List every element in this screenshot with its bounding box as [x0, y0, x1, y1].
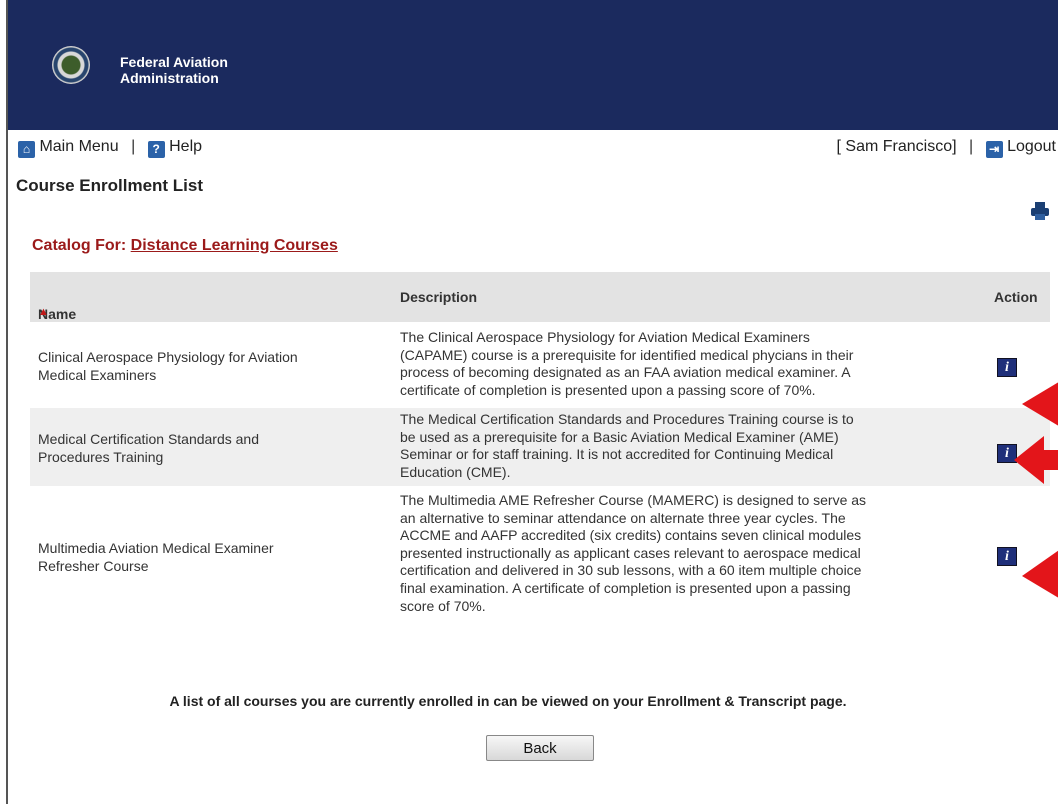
info-icon[interactable]: i — [997, 358, 1017, 377]
nav-separator: | — [131, 138, 136, 155]
course-name-line: Clinical Aerospace Physiology for Aviati… — [38, 349, 298, 365]
help-label: Help — [169, 138, 203, 155]
course-description: The Multimedia AME Refresher Course (MAM… — [400, 492, 975, 615]
table-row: Medical Certification Standards and Proc… — [30, 407, 1050, 486]
nav-separator: | — [969, 138, 974, 155]
description-line: certification and delivered in 30 sub le… — [400, 562, 862, 579]
course-name-line: Refresher Course — [38, 558, 149, 574]
course-table: Name ▲ Description Action Clinical Aeros… — [30, 272, 1050, 621]
description-line: (CAPAME) course is a prerequisite for id… — [400, 346, 854, 363]
header-banner: Federal Aviation Administration — [8, 0, 1058, 130]
description-line: The Clinical Aerospace Physiology for Av… — [400, 329, 810, 345]
description-line: be used as a prerequisite for a Basic Av… — [400, 428, 839, 445]
action-column-header: Action — [994, 289, 1038, 305]
course-name-line: Multimedia Aviation Medical Examiner — [38, 540, 274, 556]
top-nav: ⌂ Main Menu | ? Help [ Sam Francisco] | … — [8, 138, 1058, 162]
course-name-line: Procedures Training — [38, 449, 164, 465]
agency-name-line2: Administration — [120, 70, 219, 86]
callout-arrow-icon — [1022, 382, 1058, 426]
logout-label: Logout — [1007, 138, 1056, 155]
enrollment-note: A list of all courses you are currently … — [169, 693, 847, 709]
description-line: certificate of completion is presented u… — [400, 381, 816, 398]
description-line: process of becoming designated as an FAA… — [400, 364, 851, 381]
description-line: final examination. A certificate of comp… — [400, 579, 851, 596]
description-line: Education (CME). — [400, 463, 511, 480]
table-header-row: Name ▲ Description Action — [30, 272, 1050, 322]
description-column-header: Description — [400, 289, 478, 305]
description-line: Seminar or for staff training. It is not… — [400, 446, 834, 463]
catalog-label: Catalog For: — [32, 237, 127, 254]
logout-link[interactable]: ⇥ Logout — [985, 138, 1056, 158]
course-name-line: Medical Certification Standards and — [38, 431, 260, 447]
home-icon: ⌂ — [18, 141, 35, 158]
description-line: presented instructionally as applicant c… — [400, 544, 861, 561]
help-icon: ? — [147, 141, 165, 158]
course-description: The Medical Certification Standards and … — [400, 411, 975, 481]
description-line: an alternative to seminar attendance on … — [400, 509, 846, 526]
print-icon[interactable] — [1030, 200, 1050, 222]
course-name: Multimedia Aviation Medical Examiner Ref… — [38, 539, 378, 575]
agency-name-line1: Federal Aviation — [120, 54, 228, 70]
description-line: score of 70%. — [400, 597, 486, 614]
description-line: The Multimedia AME Refresher Course (MAM… — [400, 492, 867, 508]
app-window: Federal Aviation Administration ⌂ Main M… — [6, 0, 1058, 804]
course-name: Medical Certification Standards and Proc… — [38, 430, 378, 466]
info-icon[interactable]: i — [997, 547, 1017, 566]
help-link[interactable]: ? Help — [147, 138, 203, 158]
page-title: Course Enrollment List — [16, 176, 204, 195]
table-row: Clinical Aerospace Physiology for Aviati… — [30, 322, 1050, 407]
table-row: Multimedia Aviation Medical Examiner Ref… — [30, 486, 1050, 621]
catalog-heading: Catalog For: Distance Learning Courses — [32, 237, 338, 255]
main-menu-label: Main Menu — [39, 138, 119, 155]
course-name-line: Medical Examiners — [38, 367, 157, 383]
catalog-link[interactable]: Distance Learning Courses — [131, 237, 338, 254]
back-button[interactable]: Back — [486, 735, 594, 761]
agency-name: Federal Aviation Administration — [120, 54, 228, 86]
description-line: The Medical Certification Standards and … — [400, 411, 854, 427]
logout-icon: ⇥ — [985, 141, 1003, 158]
sort-ascending-icon: ▲ — [38, 306, 49, 318]
description-line: ACCME and AAFP accredited (six credits) … — [400, 527, 862, 544]
main-menu-link[interactable]: ⌂ Main Menu — [18, 138, 123, 158]
course-description: The Clinical Aerospace Physiology for Av… — [400, 329, 975, 399]
course-name: Clinical Aerospace Physiology for Aviati… — [38, 348, 378, 384]
callout-arrow-icon — [1022, 550, 1058, 598]
current-user: [ Sam Francisco] — [836, 138, 957, 155]
callout-arrow-icon — [1014, 436, 1058, 484]
faa-seal-logo — [52, 46, 90, 84]
